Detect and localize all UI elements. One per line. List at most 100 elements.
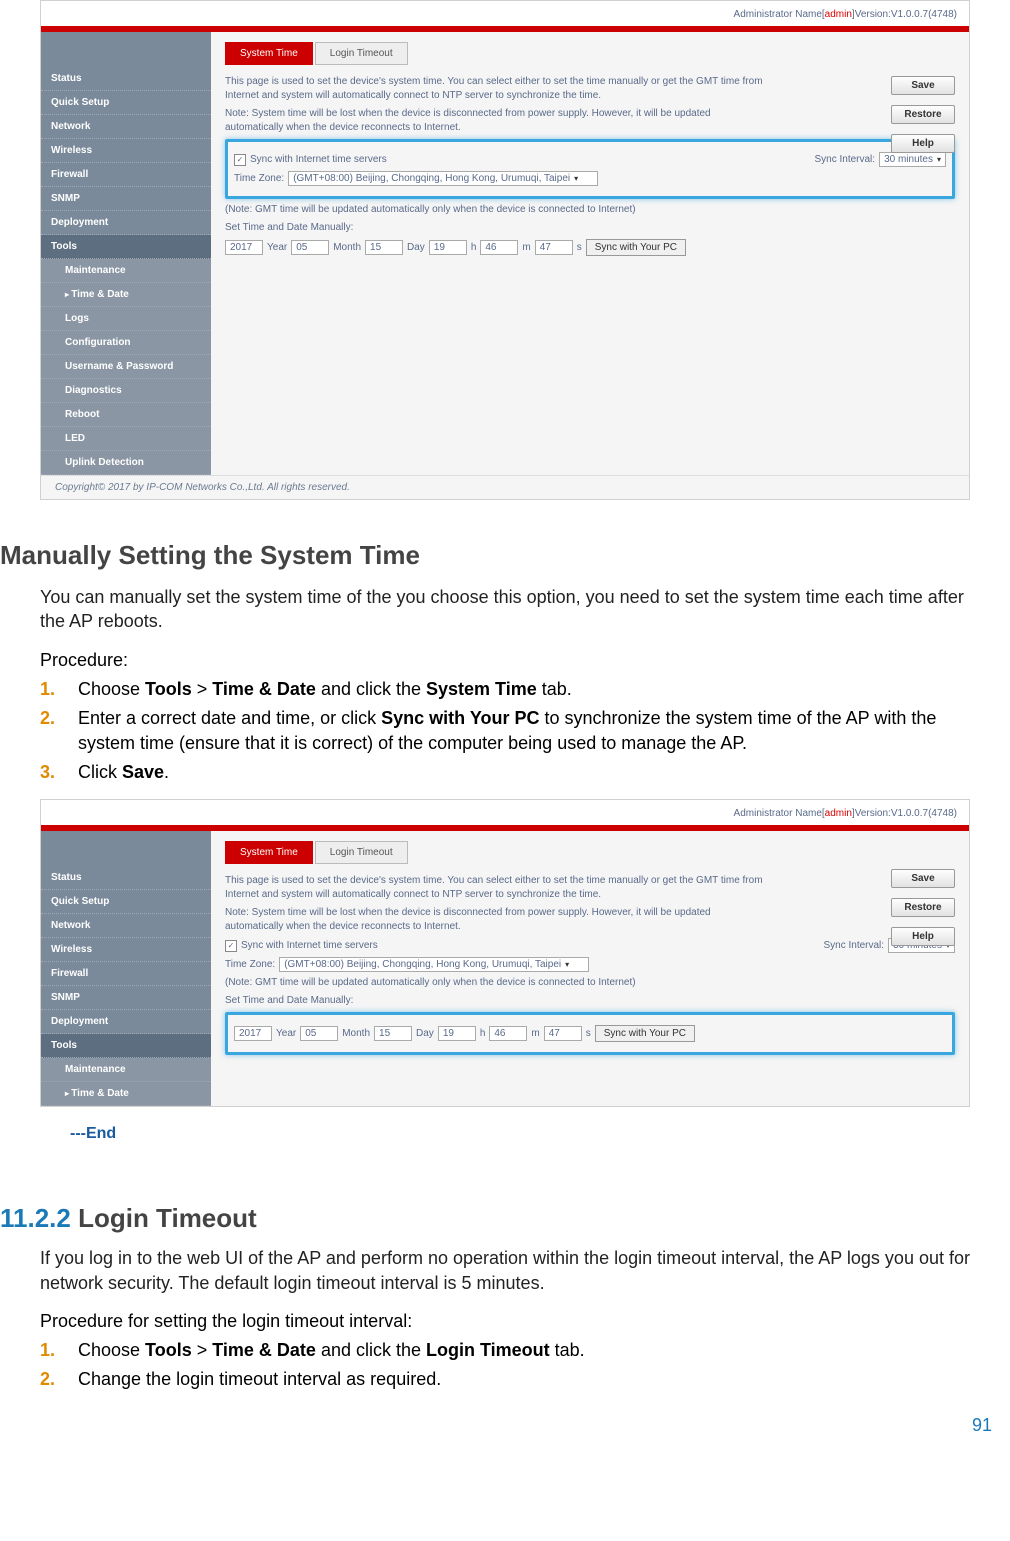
heading-manual-set: Manually Setting the System Time bbox=[0, 540, 1010, 571]
admin-header: Administrator Name[admin]Version:V1.0.0.… bbox=[41, 800, 969, 825]
sidebar-item-tools[interactable]: Tools bbox=[41, 1034, 211, 1058]
sidebar-item-firewall[interactable]: Firewall bbox=[41, 163, 211, 187]
page-description-1: This page is used to set the device's sy… bbox=[225, 75, 765, 103]
sidebar-sub-maintenance[interactable]: Maintenance bbox=[41, 259, 211, 283]
sidebar-sub-username-password[interactable]: Username & Password bbox=[41, 355, 211, 379]
year-label: Year bbox=[276, 1028, 296, 1039]
help-button[interactable]: Help bbox=[891, 927, 955, 946]
copyright-footer: Copyright© 2017 by IP-COM Networks Co.,L… bbox=[41, 475, 969, 499]
sidebar-sub-configuration[interactable]: Configuration bbox=[41, 331, 211, 355]
sidebar-item-quick-setup[interactable]: Quick Setup bbox=[41, 890, 211, 914]
page-number: 91 bbox=[972, 1415, 992, 1436]
sidebar-item-status[interactable]: Status bbox=[41, 67, 211, 91]
minute-label: m bbox=[522, 242, 530, 253]
procedure-steps: Choose Tools > Time & Date and click the… bbox=[40, 677, 970, 786]
save-button[interactable]: Save bbox=[891, 76, 955, 95]
sync-interval-select[interactable]: 30 minutes bbox=[879, 152, 946, 167]
screenshot-system-time-manual: Administrator Name[admin]Version:V1.0.0.… bbox=[40, 799, 970, 1107]
tab-login-timeout[interactable]: Login Timeout bbox=[315, 841, 408, 864]
save-button[interactable]: Save bbox=[891, 869, 955, 888]
sync-pc-button[interactable]: Sync with Your PC bbox=[595, 1025, 695, 1042]
step-1: Choose Tools > Time & Date and click the… bbox=[40, 1338, 970, 1363]
header-text: Administrator Name[ bbox=[734, 808, 825, 819]
step-2: Change the login timeout interval as req… bbox=[40, 1367, 970, 1392]
sidebar-item-quick-setup[interactable]: Quick Setup bbox=[41, 91, 211, 115]
admin-header: Administrator Name[admin]Version:V1.0.0.… bbox=[41, 1, 969, 26]
hour-label: h bbox=[480, 1028, 486, 1039]
sidebar-sub-time-date[interactable]: Time & Date bbox=[41, 1082, 211, 1106]
sidebar-item-snmp[interactable]: SNMP bbox=[41, 187, 211, 211]
page-description-2: Note: System time will be lost when the … bbox=[225, 906, 765, 934]
hour-input[interactable]: 19 bbox=[438, 1026, 476, 1041]
highlight-manual-row: 2017Year 05Month 15Day 19h 46m 47s Sync … bbox=[225, 1012, 955, 1055]
sidebar-item-status[interactable]: Status bbox=[41, 866, 211, 890]
sidebar: Status Quick Setup Network Wireless Fire… bbox=[41, 831, 211, 1106]
second-input[interactable]: 47 bbox=[535, 240, 573, 255]
restore-button[interactable]: Restore bbox=[891, 898, 955, 917]
day-input[interactable]: 15 bbox=[374, 1026, 412, 1041]
sync-interval-label: Sync Interval: bbox=[814, 154, 875, 165]
section-title: Login Timeout bbox=[71, 1203, 257, 1233]
year-input[interactable]: 2017 bbox=[234, 1026, 272, 1041]
restore-button[interactable]: Restore bbox=[891, 105, 955, 124]
tab-system-time[interactable]: System Time bbox=[225, 841, 313, 864]
second-label: s bbox=[586, 1028, 591, 1039]
day-label: Day bbox=[416, 1028, 434, 1039]
sync-checkbox[interactable]: ✓ bbox=[234, 154, 246, 166]
sync-label: Sync with Internet time servers bbox=[241, 940, 378, 951]
month-input[interactable]: 05 bbox=[291, 240, 329, 255]
tab-login-timeout[interactable]: Login Timeout bbox=[315, 42, 408, 65]
sidebar-sub-uplink-detection[interactable]: Uplink Detection bbox=[41, 451, 211, 475]
section-number: 11.2.2 bbox=[0, 1203, 71, 1233]
month-input[interactable]: 05 bbox=[300, 1026, 338, 1041]
timezone-label: Time Zone: bbox=[234, 173, 284, 184]
sidebar: Status Quick Setup Network Wireless Fire… bbox=[41, 32, 211, 475]
sidebar-item-tools[interactable]: Tools bbox=[41, 235, 211, 259]
page-description-2: Note: System time will be lost when the … bbox=[225, 107, 765, 135]
timezone-select[interactable]: (GMT+08:00) Beijing, Chongqing, Hong Kon… bbox=[288, 171, 598, 186]
page-description-1: This page is used to set the device's sy… bbox=[225, 874, 765, 902]
sync-interval-label: Sync Interval: bbox=[823, 940, 884, 951]
month-label: Month bbox=[342, 1028, 370, 1039]
main-panel: System Time Login Timeout This page is u… bbox=[211, 831, 969, 1106]
sync-checkbox[interactable]: ✓ bbox=[225, 940, 237, 952]
sidebar-item-deployment[interactable]: Deployment bbox=[41, 211, 211, 235]
sidebar-sub-maintenance[interactable]: Maintenance bbox=[41, 1058, 211, 1082]
version-text: ]Version:V1.0.0.7(4748) bbox=[852, 808, 957, 819]
day-input[interactable]: 15 bbox=[365, 240, 403, 255]
hour-label: h bbox=[471, 242, 477, 253]
hour-input[interactable]: 19 bbox=[429, 240, 467, 255]
main-panel: System Time Login Timeout This page is u… bbox=[211, 32, 969, 475]
header-text: Administrator Name[ bbox=[734, 9, 825, 20]
timezone-select[interactable]: (GMT+08:00) Beijing, Chongqing, Hong Kon… bbox=[279, 957, 589, 972]
day-label: Day bbox=[407, 242, 425, 253]
procedure-label: Procedure: bbox=[40, 650, 970, 671]
second-label: s bbox=[577, 242, 582, 253]
sidebar-item-snmp[interactable]: SNMP bbox=[41, 986, 211, 1010]
sidebar-sub-led[interactable]: LED bbox=[41, 427, 211, 451]
minute-input[interactable]: 46 bbox=[480, 240, 518, 255]
sidebar-sub-diagnostics[interactable]: Diagnostics bbox=[41, 379, 211, 403]
sync-pc-button[interactable]: Sync with Your PC bbox=[586, 239, 686, 256]
sidebar-item-wireless[interactable]: Wireless bbox=[41, 938, 211, 962]
screenshot-system-time-sync: Administrator Name[admin]Version:V1.0.0.… bbox=[40, 0, 970, 500]
timezone-label: Time Zone: bbox=[225, 959, 275, 970]
sidebar-item-wireless[interactable]: Wireless bbox=[41, 139, 211, 163]
sync-label: Sync with Internet time servers bbox=[250, 154, 387, 165]
highlight-sync-section: ✓ Sync with Internet time servers Sync I… bbox=[225, 139, 955, 199]
version-text: ]Version:V1.0.0.7(4748) bbox=[852, 9, 957, 20]
sidebar-item-network[interactable]: Network bbox=[41, 115, 211, 139]
second-input[interactable]: 47 bbox=[544, 1026, 582, 1041]
sidebar-item-deployment[interactable]: Deployment bbox=[41, 1010, 211, 1034]
sidebar-sub-logs[interactable]: Logs bbox=[41, 307, 211, 331]
sidebar-item-firewall[interactable]: Firewall bbox=[41, 962, 211, 986]
month-label: Month bbox=[333, 242, 361, 253]
sidebar-sub-time-date[interactable]: Time & Date bbox=[41, 283, 211, 307]
year-input[interactable]: 2017 bbox=[225, 240, 263, 255]
help-button[interactable]: Help bbox=[891, 134, 955, 153]
sidebar-sub-reboot[interactable]: Reboot bbox=[41, 403, 211, 427]
minute-input[interactable]: 46 bbox=[489, 1026, 527, 1041]
tab-system-time[interactable]: System Time bbox=[225, 42, 313, 65]
sidebar-item-network[interactable]: Network bbox=[41, 914, 211, 938]
year-label: Year bbox=[267, 242, 287, 253]
